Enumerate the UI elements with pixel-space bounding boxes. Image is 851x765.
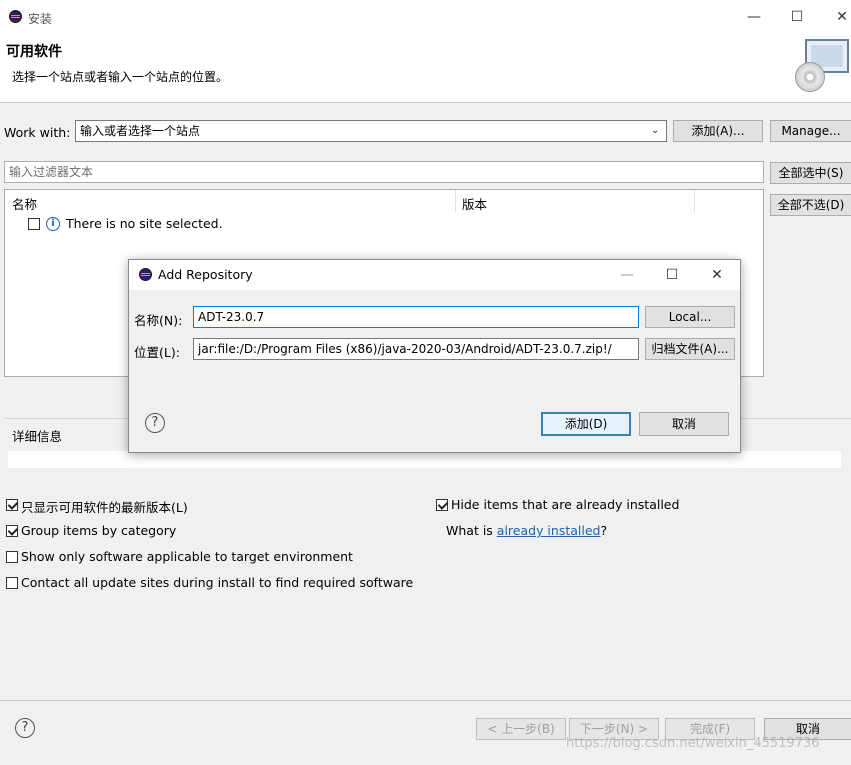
info-icon: i: [46, 217, 60, 231]
back-button[interactable]: < 上一步(B): [476, 718, 566, 740]
title-bar: [0, 0, 851, 34]
dialog-close-button[interactable]: ✕: [697, 261, 737, 289]
what-is-text: What is already installed?: [446, 523, 607, 538]
work-with-label: Work with:: [4, 125, 71, 140]
column-header-name[interactable]: 名称: [12, 194, 37, 213]
target-env-checkbox[interactable]: [6, 551, 18, 563]
minimize-button[interactable]: —: [734, 3, 774, 31]
what-is-prefix: What is: [446, 523, 497, 538]
eclipse-logo-icon: [139, 268, 152, 281]
details-label: 详细信息: [12, 429, 63, 444]
repo-location-label: 位置(L):: [134, 345, 180, 360]
dialog-maximize-button[interactable]: ☐: [652, 261, 692, 289]
repo-location-input[interactable]: jar:file:/D:/Program Files (x86)/java-20…: [193, 338, 639, 360]
show-latest-checkbox[interactable]: [6, 499, 18, 511]
column-divider: [455, 190, 456, 212]
eclipse-logo-icon: [9, 10, 22, 23]
hide-installed-checkbox[interactable]: [436, 499, 448, 511]
page-subtitle: 选择一个站点或者输入一个站点的位置。: [12, 70, 229, 84]
select-all-button[interactable]: 全部选中(S): [770, 162, 851, 184]
window-title: 安装: [28, 12, 53, 26]
hide-installed-label: Hide items that are already installed: [451, 497, 680, 512]
deselect-all-button[interactable]: 全部不选(D): [770, 194, 851, 216]
table-row-checkbox[interactable]: [28, 218, 40, 230]
dialog-cancel-button[interactable]: 取消: [639, 412, 729, 436]
close-button[interactable]: ✕: [822, 3, 851, 31]
local-button[interactable]: Local...: [645, 306, 735, 328]
what-is-suffix: ?: [600, 523, 608, 538]
watermark-text: https://blog.csdn.net/weixin_45519736: [566, 736, 820, 751]
add-site-button[interactable]: 添加(A)...: [673, 120, 763, 142]
maximize-button[interactable]: ☐: [777, 3, 817, 31]
show-latest-label: 只显示可用软件的最新版本(L): [21, 500, 188, 515]
manage-button[interactable]: Manage...: [770, 120, 851, 142]
group-category-checkbox[interactable]: [6, 525, 18, 537]
contact-sites-checkbox[interactable]: [6, 577, 18, 589]
footer-divider: [0, 700, 851, 701]
already-installed-link[interactable]: already installed: [497, 523, 601, 538]
page-title: 可用软件: [6, 44, 62, 60]
archive-button[interactable]: 归档文件(A)...: [645, 338, 735, 360]
dialog-help-icon[interactable]: ?: [145, 413, 165, 433]
help-icon[interactable]: ?: [15, 718, 35, 738]
column-divider: [694, 190, 695, 212]
repo-name-label: 名称(N):: [134, 313, 183, 328]
dialog-minimize-button[interactable]: —: [607, 261, 647, 289]
target-env-label: Show only software applicable to target …: [21, 549, 353, 564]
contact-sites-label: Contact all update sites during install …: [21, 575, 414, 590]
group-category-label: Group items by category: [21, 523, 177, 538]
column-header-version[interactable]: 版本: [462, 194, 487, 213]
work-with-combo[interactable]: 输入或者选择一个站点: [75, 120, 667, 142]
dialog-add-button[interactable]: 添加(D): [541, 412, 631, 436]
chevron-down-icon[interactable]: ⌄: [651, 124, 663, 138]
details-text-area[interactable]: [8, 451, 841, 468]
dialog-title: Add Repository: [158, 267, 253, 282]
table-row-text: There is no site selected.: [66, 216, 223, 231]
repo-name-input[interactable]: ADT-23.0.7: [193, 306, 639, 328]
filter-input[interactable]: 输入过滤器文本: [4, 161, 764, 183]
cd-disc-icon: [795, 62, 825, 92]
